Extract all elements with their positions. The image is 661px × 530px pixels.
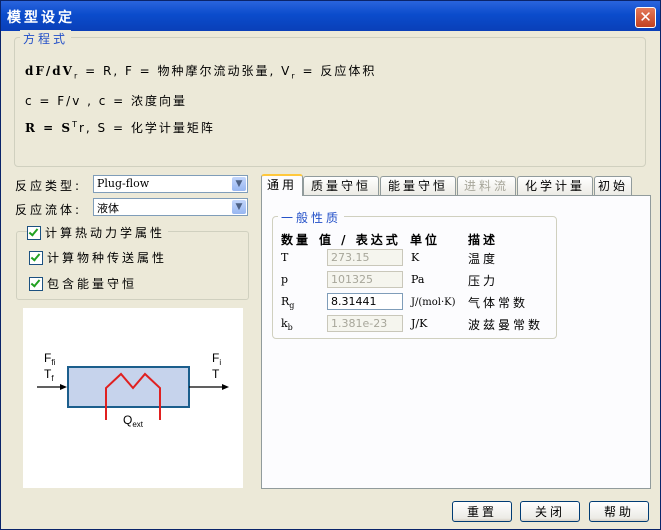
row-symbol: p bbox=[281, 273, 288, 288]
reaction-fluid-value: 液体 bbox=[97, 202, 119, 215]
close-button[interactable]: 关闭 bbox=[520, 501, 580, 522]
tab-initial[interactable]: 初始 bbox=[594, 176, 632, 195]
row-symbol: T bbox=[281, 251, 288, 266]
row-symbol-text: T bbox=[281, 251, 289, 264]
energy-label: 包含能量守恒 bbox=[47, 277, 138, 291]
reaction-fluid-select[interactable]: 液体 ▼ bbox=[93, 198, 248, 216]
close-icon[interactable]: ✕ bbox=[635, 7, 656, 28]
general-tab-panel: 一般性质 数量 值 / 表达式 单位 描述 T 273.15 K 温度 p 10… bbox=[261, 195, 651, 489]
window-title: 模型设定 bbox=[7, 10, 75, 26]
reactor-diagram: Ffi Tf Fi T Qext bbox=[23, 308, 243, 488]
chevron-down-icon[interactable]: ▼ bbox=[232, 200, 246, 214]
general-legend: 一般性质 bbox=[278, 209, 345, 226]
thermo-checkbox[interactable] bbox=[27, 225, 41, 240]
row-symbol: Rg bbox=[281, 295, 294, 310]
equations-legend: 方程式 bbox=[20, 30, 72, 47]
gas-constant-input[interactable]: 8.31441 bbox=[327, 293, 403, 310]
thermo-label: 计算热动力学属性 bbox=[45, 226, 166, 240]
row-description: 压力 bbox=[468, 274, 499, 288]
inlet-arrow-head bbox=[60, 384, 67, 390]
eq3-rhs: r, S = 化学计量矩阵 bbox=[78, 121, 215, 135]
outlet-temp-label: T bbox=[212, 367, 220, 381]
tab-mass-balance[interactable]: 质量守恒 bbox=[303, 176, 379, 195]
row-symbol-text: k bbox=[281, 317, 288, 330]
tab-feed-stream[interactable]: 进料流 bbox=[457, 176, 516, 195]
row-unit: Pa bbox=[411, 273, 425, 286]
reaction-type-select[interactable]: Plug-flow ▼ bbox=[93, 175, 248, 193]
row-description: 波兹曼常数 bbox=[468, 318, 544, 332]
general-properties-group: 一般性质 数量 值 / 表达式 单位 描述 T 273.15 K 温度 p 10… bbox=[272, 209, 557, 339]
row-description: 气体常数 bbox=[468, 296, 529, 310]
reactor-vessel bbox=[67, 366, 190, 408]
equation-2: c = F/v , c = 浓度向量 bbox=[25, 94, 188, 108]
reactor-diagram-svg: Ffi Tf Fi T Qext bbox=[37, 351, 229, 429]
heat-label: Qext bbox=[123, 413, 144, 429]
eq3-sup: T bbox=[72, 120, 79, 129]
inlet-flow-symbol: F bbox=[44, 351, 51, 365]
tab-general[interactable]: 通用 bbox=[261, 174, 303, 196]
row-symbol-sub: b bbox=[287, 323, 293, 333]
help-button[interactable]: 帮助 bbox=[589, 501, 649, 522]
header-quantity: 数量 bbox=[281, 233, 312, 247]
row-symbol: kb bbox=[281, 317, 293, 332]
pressure-input[interactable]: 101325 bbox=[327, 271, 403, 288]
energy-checkbox-row[interactable]: 包含能量守恒 bbox=[29, 275, 137, 292]
header-unit: 单位 bbox=[410, 233, 441, 247]
equations-group: 方程式 dF/dVr = R, F = 物种摩尔流动张量, Vr = 反应体积 … bbox=[14, 30, 646, 167]
outlet-flow-sub: i bbox=[219, 358, 221, 367]
heat-sub: ext bbox=[132, 420, 143, 429]
model-settings-dialog: 模型设定 ✕ 方程式 dF/dVr = R, F = 物种摩尔流动张量, Vr … bbox=[0, 0, 661, 530]
energy-checkbox[interactable] bbox=[29, 276, 43, 291]
title-bar: 模型设定 ✕ bbox=[1, 1, 660, 31]
heat-symbol: Q bbox=[123, 413, 132, 427]
row-symbol-text: p bbox=[281, 273, 289, 286]
inlet-flow-label: Ffi bbox=[44, 351, 56, 367]
equation-1: dF/dVr = R, F = 物种摩尔流动张量, Vr = 反应体积 bbox=[25, 62, 376, 80]
outlet-flow-symbol: F bbox=[212, 351, 219, 365]
outlet-flow-label: Fi bbox=[212, 351, 221, 367]
tab-stoichiometry[interactable]: 化学计量 bbox=[517, 176, 593, 195]
inlet-flow-sub: fi bbox=[51, 358, 55, 367]
reset-button[interactable]: 重置 bbox=[452, 501, 512, 522]
reaction-type-value: Plug-flow bbox=[97, 177, 150, 190]
eq1-mid: = R, F = 物种摩尔流动张量, V bbox=[79, 64, 292, 78]
reaction-type-label: 反应类型: bbox=[15, 179, 83, 193]
outlet-arrow-head bbox=[222, 384, 229, 390]
header-description: 描述 bbox=[468, 233, 499, 247]
thermo-checkbox-row[interactable]: 计算热动力学属性 bbox=[27, 224, 169, 241]
eq1-lhs: dF/dV bbox=[25, 64, 74, 78]
row-description: 温度 bbox=[468, 252, 499, 266]
equation-3: R = STr, S = 化学计量矩阵 bbox=[25, 119, 215, 136]
row-symbol-sub: g bbox=[289, 301, 295, 311]
chevron-down-icon[interactable]: ▼ bbox=[232, 177, 246, 191]
transport-checkbox-row[interactable]: 计算物种传送属性 bbox=[29, 249, 167, 266]
eq1-rhs: = 反应体积 bbox=[296, 64, 377, 78]
inlet-temp-sub: f bbox=[51, 374, 54, 383]
transport-checkbox[interactable] bbox=[29, 250, 43, 265]
header-value: 值 / 表达式 bbox=[319, 233, 401, 247]
inlet-temp-label: Tf bbox=[44, 367, 54, 383]
reaction-fluid-label: 反应流体: bbox=[15, 203, 83, 217]
transport-label: 计算物种传送属性 bbox=[47, 251, 168, 265]
temperature-input[interactable]: 273.15 bbox=[327, 249, 403, 266]
tab-energy-balance[interactable]: 能量守恒 bbox=[380, 176, 456, 195]
eq3-lhs: R = S bbox=[25, 121, 73, 135]
boltzmann-input[interactable]: 1.381e-23 bbox=[327, 315, 403, 332]
row-unit: J/K bbox=[411, 317, 428, 330]
row-unit: K bbox=[411, 251, 420, 264]
row-unit: J/(mol·K) bbox=[411, 297, 456, 308]
